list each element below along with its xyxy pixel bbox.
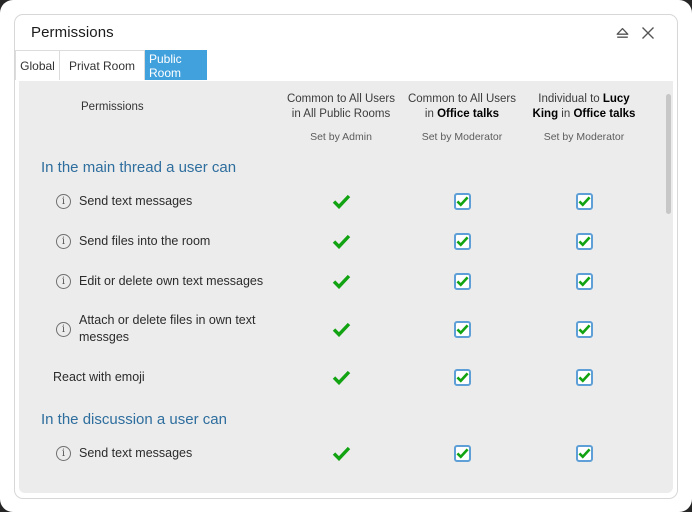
granted-checkmark-icon: [281, 446, 401, 461]
permission-label: Attach or delete files in own text messg…: [79, 313, 256, 344]
checkbox-checked[interactable]: [575, 272, 593, 290]
checkbox-cell: [523, 444, 645, 462]
permission-row-react-with-emoji: React with emoji: [19, 357, 673, 397]
checkbox-cell: [523, 368, 645, 386]
column-header-3: Common to All Users in Office talks Set by…: [401, 92, 523, 145]
permission-label: Send text messages: [79, 193, 193, 208]
granted-checkmark-icon: [281, 234, 401, 249]
permission-label: Edit or delete own text messages: [79, 273, 264, 288]
column-header-2: Common to All Users in All Public Rooms Se…: [281, 92, 401, 145]
granted-checkmark-icon: [281, 322, 401, 337]
checkbox-checked[interactable]: [453, 272, 471, 290]
info-icon[interactable]: i: [56, 321, 71, 337]
permission-label-cell: i Send text messages: [19, 445, 281, 462]
checkbox-cell: [401, 320, 523, 338]
set-by-label: Set by Moderator: [543, 131, 625, 143]
checkbox-checked[interactable]: [575, 444, 593, 462]
set-by-label: Set by Admin: [310, 131, 372, 143]
granted-checkmark-icon: [281, 194, 401, 209]
section-title-in-the-main-thread-a-user-can: In the main thread a user can: [41, 159, 237, 176]
checkbox-checked[interactable]: [575, 320, 593, 338]
checkbox-cell: [401, 192, 523, 210]
permission-row-send-text-messages: i Send text messages: [19, 181, 673, 221]
permissions-table: Permissions Common to All Users in All Pu…: [19, 81, 673, 493]
permission-row-edit-or-delete-own-text-messages: i Edit or delete own text messages: [19, 261, 673, 301]
checkbox-checked[interactable]: [575, 192, 593, 210]
checkbox-checked[interactable]: [575, 232, 593, 250]
dialog-titlebar: Permissions: [15, 15, 677, 50]
checkbox-cell: [523, 320, 645, 338]
set-by-label: Set by Moderator: [421, 131, 503, 143]
app-background: Permissions Global Privat Room Public Room…: [0, 0, 692, 512]
checkbox-cell: [401, 368, 523, 386]
checkbox-checked[interactable]: [453, 320, 471, 338]
permission-row-send-files-into-the-room: i Send files into the room: [19, 221, 673, 261]
vertical-scrollbar-thumb[interactable]: [666, 94, 671, 214]
table-body: In the main thread a user can i Send text …: [19, 159, 673, 473]
checkbox-cell: [523, 232, 645, 250]
checkbox-cell: [401, 444, 523, 462]
tab-bar: Global Privat Room Public Room: [15, 50, 677, 80]
permission-label-cell: i Attach or delete files in own text mess…: [19, 312, 281, 346]
checkbox-checked[interactable]: [453, 232, 471, 250]
permission-label: Send text messages: [79, 445, 193, 460]
checkbox-cell: [401, 232, 523, 250]
checkbox-checked[interactable]: [575, 368, 593, 386]
info-icon[interactable]: i: [56, 273, 71, 289]
granted-checkmark-icon: [281, 274, 401, 289]
checkbox-cell: [401, 272, 523, 290]
permission-label: Send files into the room: [79, 233, 211, 248]
tab-public-room[interactable]: Public Room: [145, 50, 207, 80]
permission-row-attach-or-delete-files-in-own-text-messges: i Attach or delete files in own text mess…: [19, 301, 673, 357]
checkbox-cell: [523, 192, 645, 210]
tab-global[interactable]: Global: [15, 50, 60, 80]
info-icon[interactable]: i: [56, 445, 71, 461]
checkbox-checked[interactable]: [453, 192, 471, 210]
permissions-column-header: Permissions: [81, 101, 144, 113]
permission-label: React with emoji: [53, 369, 145, 384]
table-header: Permissions Common to All Users in All Pu…: [19, 81, 673, 145]
close-icon[interactable]: [637, 22, 659, 44]
info-icon[interactable]: i: [56, 233, 71, 249]
column-header-4: Individual to Lucy King in Office talks Se…: [523, 92, 645, 145]
section-title-in-the-discussion-a-user-can: In the discussion a user can: [41, 411, 227, 428]
tab-privat-room[interactable]: Privat Room: [60, 50, 145, 80]
permission-label-cell: i Send text messages: [19, 193, 281, 210]
granted-checkmark-icon: [281, 370, 401, 385]
permission-label-cell: i Send files into the room: [19, 233, 281, 250]
permissions-dialog: Permissions Global Privat Room Public Room…: [14, 14, 678, 499]
checkbox-checked[interactable]: [453, 368, 471, 386]
info-icon[interactable]: i: [56, 193, 71, 209]
checkbox-checked[interactable]: [453, 444, 471, 462]
permission-row-send-text-messages: i Send text messages: [19, 433, 673, 473]
permission-label-cell: i Edit or delete own text messages: [19, 273, 281, 290]
eject-icon[interactable]: [611, 22, 633, 44]
dialog-title: Permissions: [31, 24, 114, 41]
checkbox-cell: [523, 272, 645, 290]
permission-label-cell: React with emoji: [19, 369, 281, 386]
